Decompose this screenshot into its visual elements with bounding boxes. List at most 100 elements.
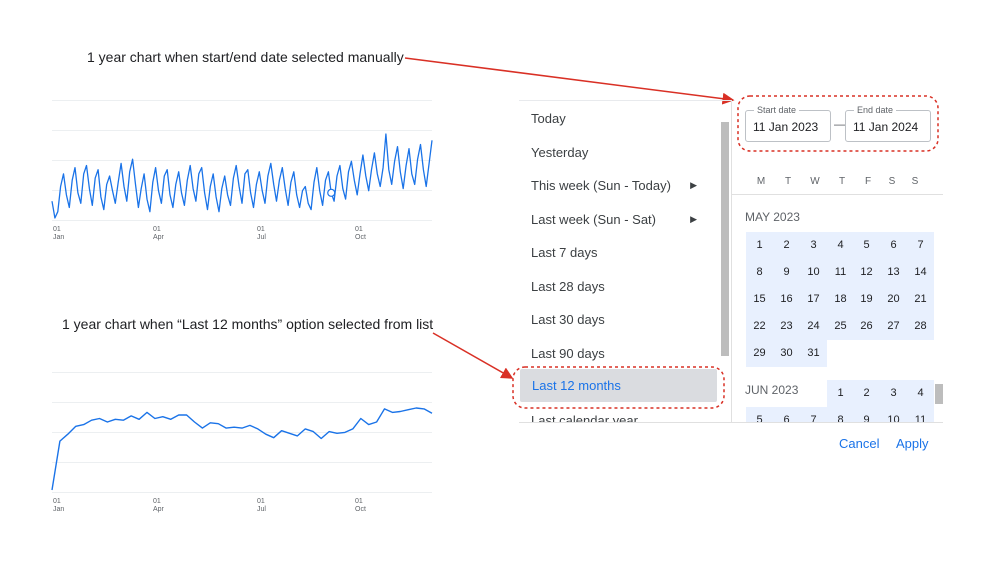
x-tick-month: Jan [53,234,65,241]
annotation-last-12-months: 1 year chart when “Last 12 months” optio… [62,316,434,332]
weekday-label: S [888,176,896,187]
calendar-day[interactable]: 9 [853,407,880,422]
x-tick-label: 01 Jul [257,226,266,242]
calendar-day[interactable]: 7 [800,407,827,422]
x-tick-day: 01 [53,498,61,505]
x-tick-month: Jan [53,506,65,513]
x-tick-label: 01 Apr [153,226,164,242]
weekday-label: T [838,176,846,187]
calendar-day[interactable]: 6 [880,232,907,259]
preset-item[interactable]: Last 7 days [519,236,719,269]
chart-manual-range: 01 Jan 01 Apr 01 Jul 01 Oct [51,100,433,250]
calendar-day[interactable]: 22 [746,313,773,340]
calendar-day[interactable]: 1 [746,232,773,259]
calendar-day[interactable]: 9 [773,259,800,286]
month-title: JUN 2023 [745,383,799,397]
calendar-day[interactable]: 2 [853,380,880,407]
calendar-day[interactable]: 5 [746,407,773,422]
preset-item[interactable]: This week (Sun - Today) ▶ [519,169,719,202]
calendar-day[interactable]: 10 [800,259,827,286]
calendar-day[interactable]: 15 [746,286,773,313]
preset-item[interactable]: Last 28 days [519,270,719,303]
calendar-day[interactable]: 3 [880,380,907,407]
end-date-field[interactable]: End date 11 Jan 2024 [845,104,931,142]
preset-item[interactable]: Last week (Sun - Sat) ▶ [519,203,719,236]
x-tick-month: Apr [153,506,164,513]
start-date-value: 11 Jan 2023 [753,120,819,134]
x-tick-label: 01 Oct [355,498,366,514]
calendar-day[interactable]: 8 [827,407,854,422]
x-tick-month: Jul [257,234,266,241]
end-date-value: 11 Jan 2024 [853,120,919,134]
calendar-day[interactable]: 4 [907,380,934,407]
series-line [51,133,433,219]
preset-item[interactable]: Last 30 days [519,303,719,336]
calendar-day[interactable]: 31 [800,340,827,367]
annotation-manual-dates: 1 year chart when start/end date selecte… [87,49,404,65]
x-tick-day: 01 [153,498,161,505]
cancel-button[interactable]: Cancel [839,436,879,451]
x-tick-day: 01 [257,226,265,233]
calendar-day[interactable]: 7 [907,232,934,259]
calendar-day[interactable]: 12 [853,259,880,286]
highlight-point [327,188,336,197]
x-tick-day: 01 [355,226,363,233]
calendar-day[interactable]: 23 [773,313,800,340]
calendar-day[interactable]: 24 [800,313,827,340]
calendar-day[interactable]: 10 [880,407,907,422]
calendar-day[interactable]: 25 [827,313,854,340]
calendar-day[interactable]: 8 [746,259,773,286]
calendar-day[interactable]: 14 [907,259,934,286]
calendar-day[interactable]: 17 [800,286,827,313]
calendar-day[interactable]: 19 [853,286,880,313]
arrow-to-last-12-months [432,332,514,379]
start-date-field[interactable]: Start date 11 Jan 2023 [745,104,831,142]
x-tick-day: 01 [355,498,363,505]
preset-item[interactable]: Today [519,102,719,135]
weekday-label: S [911,176,919,187]
calendar-day[interactable]: 28 [907,313,934,340]
calendar-day[interactable]: 6 [773,407,800,422]
end-date-label: End date [854,104,897,116]
calendar-day[interactable]: 11 [907,407,934,422]
line-chart-svg [51,100,433,221]
start-date-label: Start date [754,104,800,116]
x-tick-label: 01 Jan [53,226,64,242]
chart-last-12-months: 01 Jan 01 Apr 01 Jul 01 Oct [51,372,433,522]
apply-button[interactable]: Apply [896,436,929,451]
calendar-day[interactable]: 3 [800,232,827,259]
calendar-day[interactable]: 18 [827,286,854,313]
calendar-day[interactable]: 2 [773,232,800,259]
preset-label: Last 7 days [531,245,598,260]
calendar-day[interactable]: 5 [853,232,880,259]
calendar-day[interactable]: 26 [853,313,880,340]
preset-item[interactable]: Last calendar year [519,404,719,423]
x-tick-label: 01 Oct [355,226,366,242]
preset-item[interactable]: Last 90 days [519,337,719,370]
calendar-day[interactable]: 21 [907,286,934,313]
x-tick-day: 01 [153,226,161,233]
weekday-header: MTWTFSS [732,176,943,192]
line-chart-svg [51,372,433,493]
calendar-day[interactable]: 13 [880,259,907,286]
calendar-day[interactable]: 1 [827,380,854,407]
calendar-day[interactable]: 30 [773,340,800,367]
date-range-picker: Today Yesterday This week (Sun - Today) ▶ La… [519,100,943,460]
preset-label: Last calendar year [531,412,638,423]
preset-list: Today Yesterday This week (Sun - Today) ▶ La… [519,100,731,422]
weekday-label: M [756,176,766,187]
calendar-day[interactable]: 27 [880,313,907,340]
calendar-day[interactable]: 29 [746,340,773,367]
preset-list-scrollbar[interactable] [721,122,729,356]
x-tick-label: 01 Apr [153,498,164,514]
x-tick-month: Oct [355,506,366,513]
calendar-day[interactable]: 20 [880,286,907,313]
calendar-scrollbar[interactable] [935,384,943,404]
arrow-to-date-fields [404,57,735,105]
preset-item[interactable]: Yesterday [519,136,719,169]
calendar-day[interactable]: 16 [773,286,800,313]
month-title: MAY 2023 [745,210,800,224]
preset-item[interactable]: Last 12 months [520,369,717,402]
calendar-day[interactable]: 4 [827,232,854,259]
calendar-day[interactable]: 11 [827,259,854,286]
